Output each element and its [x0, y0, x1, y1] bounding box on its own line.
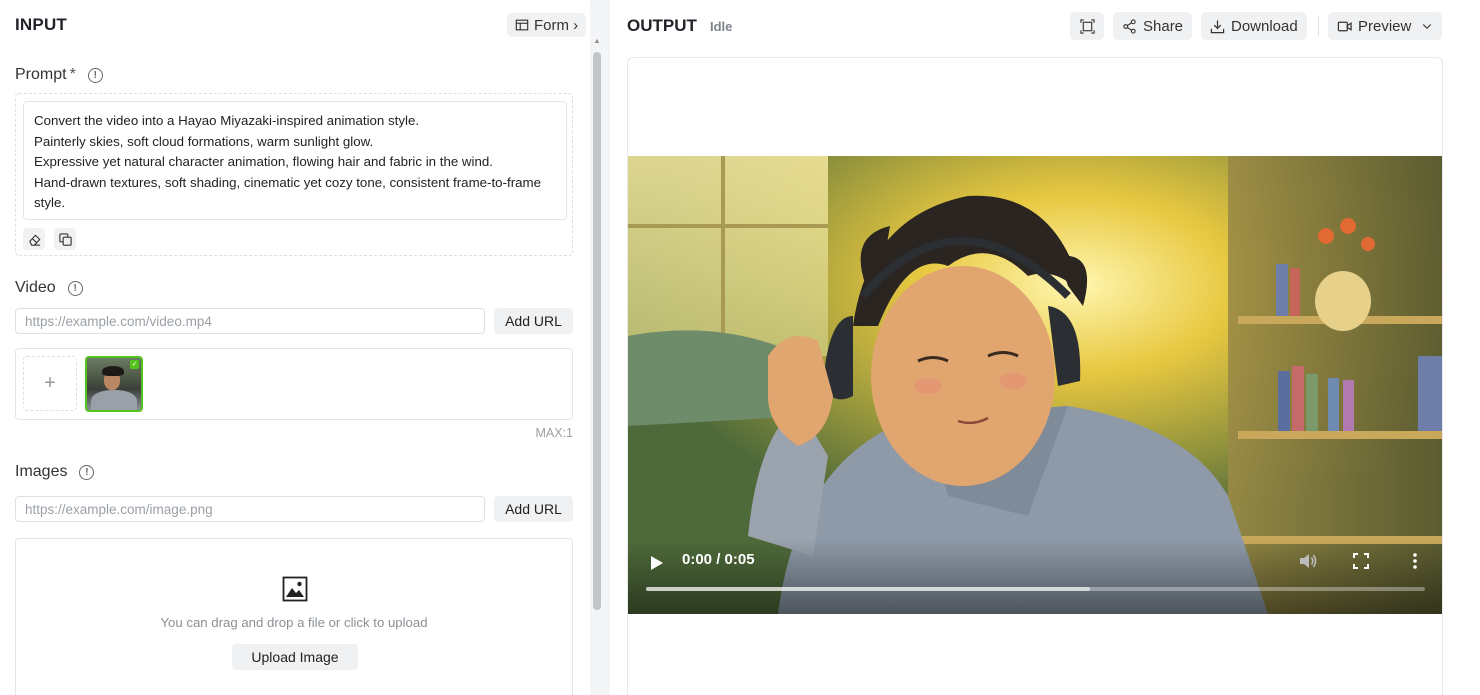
video-url-input[interactable]: https://example.com/video.mp4 — [15, 308, 485, 334]
image-dropzone[interactable]: You can drag and drop a file or click to… — [15, 538, 573, 695]
output-title: OUTPUT — [627, 16, 697, 35]
expand-button[interactable] — [1070, 12, 1104, 40]
video-time: 0:00 / 0:05 — [682, 551, 755, 568]
preview-dropdown[interactable]: Preview — [1328, 12, 1443, 40]
share-icon — [1123, 18, 1136, 34]
video-thumbnail[interactable]: ✓ — [85, 356, 143, 412]
input-panel: INPUT Form › Prompt * ! Convert the vide… — [0, 0, 590, 695]
preview-label: Preview — [1358, 17, 1412, 35]
copy-icon — [58, 232, 72, 246]
share-label: Share — [1143, 17, 1184, 35]
status-badge: Idle — [710, 19, 733, 34]
video-camera-icon — [1337, 21, 1352, 31]
copy-prompt-button[interactable] — [54, 228, 76, 250]
form-toggle-label: Form › — [534, 16, 579, 34]
scroll-up-arrow-icon[interactable]: ▲ — [592, 38, 602, 46]
fullscreen-icon[interactable] — [1353, 553, 1369, 569]
table-icon — [515, 19, 529, 31]
video-buffered-fill — [646, 587, 1091, 591]
prompt-container: Convert the video into a Hayao Miyazaki-… — [15, 93, 573, 256]
form-toggle-button[interactable]: Form › — [507, 13, 587, 37]
upload-hint: You can drag and drop a file or click to… — [160, 615, 428, 630]
chevron-down-icon — [1423, 24, 1432, 30]
add-video-slot[interactable]: + — [23, 356, 77, 411]
info-icon[interactable]: ! — [87, 67, 103, 83]
video-label-row: Video ! — [15, 279, 83, 297]
images-label-row: Images ! — [15, 463, 95, 481]
toolbar-divider — [1318, 16, 1319, 36]
more-vertical-icon[interactable] — [1408, 552, 1422, 570]
download-label: Download — [1231, 17, 1298, 35]
play-icon[interactable] — [650, 556, 664, 570]
video-upload-list: + ✓ — [15, 348, 573, 420]
video-max-note: MAX:1 — [535, 426, 573, 440]
clear-prompt-button[interactable] — [23, 228, 45, 250]
info-icon[interactable]: ! — [67, 280, 83, 296]
prompt-label: Prompt — [15, 66, 67, 83]
image-url-input[interactable]: https://example.com/image.png — [15, 496, 485, 522]
video-player[interactable]: 0:00 / 0:05 — [628, 156, 1442, 614]
video-progress-bar[interactable] — [646, 587, 1425, 591]
images-label: Images — [15, 463, 68, 480]
image-add-url-button[interactable]: Add URL — [494, 496, 573, 522]
video-label: Video — [15, 279, 56, 296]
output-panel: OUTPUT Idle Share Download Preview 0:00 … — [610, 0, 1480, 695]
prompt-label-row: Prompt * ! — [15, 66, 103, 84]
app-root: INPUT Form › Prompt * ! Convert the vide… — [0, 0, 1480, 695]
required-mark: * — [69, 66, 76, 83]
check-icon: ✓ — [130, 360, 139, 369]
image-icon — [282, 576, 308, 602]
download-icon — [1210, 19, 1225, 33]
eraser-icon — [28, 233, 40, 246]
volume-icon[interactable] — [1298, 552, 1318, 570]
scrollbar-thumb[interactable] — [593, 52, 601, 610]
upload-image-button[interactable]: Upload Image — [232, 644, 358, 670]
expand-icon — [1079, 18, 1095, 34]
share-button[interactable]: Share — [1113, 12, 1193, 40]
info-icon[interactable]: ! — [79, 464, 95, 480]
download-button[interactable]: Download — [1201, 12, 1307, 40]
video-add-url-button[interactable]: Add URL — [494, 308, 573, 334]
input-title: INPUT — [15, 15, 67, 34]
prompt-textarea[interactable]: Convert the video into a Hayao Miyazaki-… — [23, 101, 567, 220]
